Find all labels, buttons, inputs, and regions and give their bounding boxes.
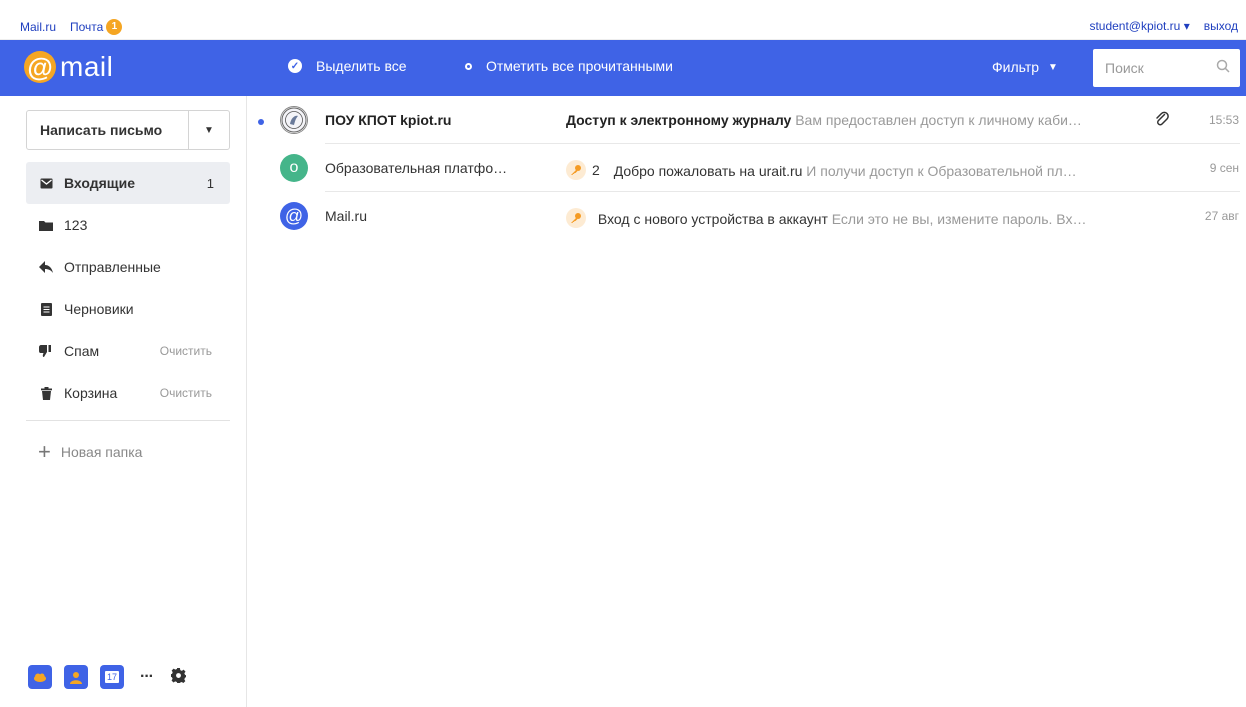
message-subject: Вход с нового устройства в аккаунт	[597, 211, 828, 227]
filter-button[interactable]: Фильтр ▼	[992, 59, 1058, 75]
message-snippet: И получи доступ к Образовательной пл…	[806, 163, 1077, 179]
folder-label: Отправленные	[64, 259, 161, 275]
attachment-icon	[1156, 111, 1169, 126]
toolbar: @ mail ✓ Выделить все Отметить все прочи…	[0, 40, 1246, 96]
sender-avatar	[280, 106, 308, 134]
key-icon	[566, 208, 586, 228]
mail-logo[interactable]: @ mail	[24, 49, 113, 85]
chevron-down-icon: ▼	[204, 124, 214, 136]
search-icon[interactable]	[1216, 59, 1230, 73]
folder-label: 123	[64, 217, 88, 233]
calendar-day: 17	[104, 671, 119, 683]
logo-word: mail	[60, 51, 114, 82]
message-preview: 2 Добро пожаловать на urait.ru И получи …	[566, 160, 1138, 180]
message-row[interactable]: @ Mail.ru Вход с нового устройства в акк…	[248, 192, 1246, 240]
trash-icon	[39, 386, 53, 400]
folder-sent[interactable]: Отправленные	[26, 246, 230, 288]
message-preview: Вход с нового устройства в аккаунт Если …	[566, 208, 1138, 228]
new-folder-button[interactable]: + Новая папка	[38, 441, 142, 463]
search-input[interactable]	[1105, 60, 1205, 76]
message-sender: Mail.ru	[325, 208, 368, 224]
unread-dot-icon[interactable]	[258, 119, 264, 125]
draft-icon	[39, 302, 53, 316]
cloud-icon[interactable]	[28, 665, 52, 689]
gear-icon[interactable]	[170, 668, 186, 686]
seal-icon	[281, 107, 307, 133]
message-snippet: Если это не вы, измените пароль. Вх…	[831, 211, 1087, 227]
folder-drafts[interactable]: Черновики	[26, 288, 230, 330]
message-row[interactable]: о Образовательная платфо… 2 Добро пожало…	[248, 144, 1246, 192]
app-launcher: 17 ···	[28, 665, 186, 689]
message-list: ПОУ КПОТ kpiot.ru Доступ к электронному …	[248, 96, 1246, 240]
contacts-icon[interactable]	[64, 665, 88, 689]
envelope-icon	[39, 176, 53, 190]
mark-all-read-label: Отметить все прочитанными	[486, 58, 674, 74]
chevron-down-icon: ▾	[1183, 19, 1190, 33]
check-circle-icon: ✓	[288, 59, 302, 73]
clear-spam-link[interactable]: Очистить	[160, 344, 212, 358]
mail-tab-label: Почта	[70, 20, 104, 34]
more-icon[interactable]: ···	[140, 668, 154, 686]
at-logo-icon: @	[24, 51, 56, 83]
compose-button[interactable]: Написать письмо	[27, 111, 189, 149]
sender-avatar: @	[280, 202, 308, 230]
user-email: student@kpiot.ru	[1089, 19, 1181, 33]
message-sender: ПОУ КПОТ kpiot.ru	[325, 112, 452, 128]
folder-label: Входящие	[64, 175, 135, 191]
folder-label: Спам	[64, 343, 100, 359]
message-time: 9 сен	[1209, 161, 1239, 175]
folder-icon	[39, 218, 53, 232]
top-strip: Mail.ru Почта 1 student@kpiot.ru ▾ выход	[0, 0, 1246, 40]
thread-badge: 2	[566, 160, 602, 180]
message-snippet: Вам предоставлен доступ к личному каби…	[795, 112, 1082, 128]
mail-tab[interactable]: Почта 1	[70, 19, 123, 35]
calendar-icon[interactable]: 17	[100, 665, 124, 689]
compose-group: Написать письмо ▼	[26, 110, 230, 150]
message-subject: Добро пожаловать на urait.ru	[613, 163, 803, 179]
select-all-label: Выделить все	[316, 58, 407, 74]
portal-link[interactable]: Mail.ru	[20, 20, 56, 34]
chevron-down-icon: ▼	[1048, 61, 1058, 73]
message-time: 15:53	[1208, 113, 1239, 127]
reply-icon	[39, 260, 53, 274]
folder-trash[interactable]: Корзина Очистить	[26, 372, 230, 414]
message-sender: Образовательная платфо…	[325, 160, 508, 176]
search-box	[1093, 49, 1240, 87]
sidebar: Написать письмо ▼ Входящие 1 123 Отправл…	[0, 96, 247, 707]
user-menu[interactable]: student@kpiot.ru ▾	[1089, 19, 1189, 33]
sender-avatar: о	[280, 154, 308, 182]
mark-all-read-button[interactable]: Отметить все прочитанными	[465, 58, 673, 74]
folder-label: Корзина	[64, 385, 118, 401]
thumbs-down-icon	[39, 344, 53, 358]
filter-label: Фильтр	[992, 59, 1040, 75]
thread-count: 2	[592, 162, 600, 178]
select-all-button[interactable]: ✓ Выделить все	[288, 58, 407, 74]
folder-inbox[interactable]: Входящие 1	[26, 162, 230, 204]
divider	[26, 420, 230, 421]
new-folder-label: Новая папка	[60, 444, 143, 460]
folder-list: Входящие 1 123 Отправленные Черновики Сп…	[26, 162, 230, 414]
plus-icon: +	[38, 439, 51, 464]
message-preview: Доступ к электронному журналу Вам предос…	[566, 112, 1138, 128]
clear-trash-link[interactable]: Очистить	[160, 386, 212, 400]
dot-icon	[465, 62, 472, 70]
message-row[interactable]: ПОУ КПОТ kpiot.ru Доступ к электронному …	[248, 96, 1246, 144]
mail-unread-badge: 1	[106, 19, 123, 35]
message-subject: Доступ к электронному журналу	[566, 112, 792, 128]
folder-123[interactable]: 123	[26, 204, 230, 246]
folder-spam[interactable]: Спам Очистить	[26, 330, 230, 372]
message-time: 27 авг	[1204, 209, 1239, 223]
logout-link[interactable]: выход	[1204, 19, 1238, 33]
key-badge	[566, 208, 586, 228]
compose-dropdown[interactable]: ▼	[189, 111, 229, 149]
unread-count: 1	[206, 175, 214, 191]
key-icon	[566, 160, 586, 180]
folder-label: Черновики	[64, 301, 134, 317]
